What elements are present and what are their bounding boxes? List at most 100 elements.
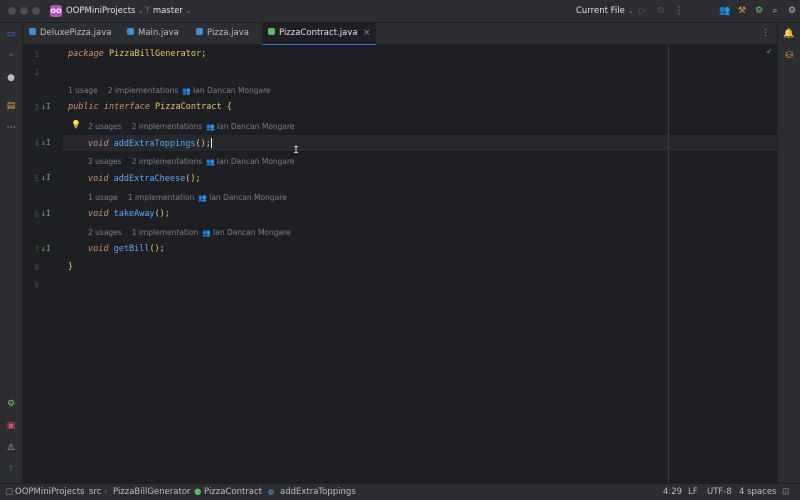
vcs-widget-icon[interactable]: ▢ bbox=[5, 484, 13, 500]
code-line-5: void addExtraCheese(); bbox=[88, 174, 201, 184]
breadcrumb-method[interactable]: addExtraToppings bbox=[280, 484, 356, 500]
maximize-window-icon[interactable] bbox=[32, 7, 40, 15]
chevron-down-icon: ⌄ bbox=[185, 7, 192, 15]
code-vision-hint[interactable]: 2 usages 2 implementations 👥 Ian Dancan Mon… bbox=[88, 157, 295, 166]
implementations-hint[interactable]: 2 implementations bbox=[132, 157, 203, 166]
branch-selector[interactable]: ᛘ master ⌄ bbox=[145, 0, 191, 23]
close-tab-icon[interactable]: × bbox=[363, 28, 370, 38]
usages-hint[interactable]: 2 usages bbox=[88, 122, 122, 131]
call-suffix: (); bbox=[195, 139, 211, 149]
branch-icon: ᛘ bbox=[145, 6, 151, 16]
search-icon[interactable]: ⌕ bbox=[768, 4, 782, 18]
lightbulb-icon[interactable]: 💡 bbox=[71, 120, 81, 129]
git-branch-icon[interactable]: ᛘ bbox=[4, 463, 18, 477]
implementations-gutter-icon[interactable]: ↓I bbox=[41, 244, 51, 253]
keyword: void bbox=[88, 209, 109, 219]
author-icon: 👥 bbox=[182, 87, 192, 95]
code-vision-hint[interactable]: 1 usage 1 implementation 👥 Ian Dancan Monga… bbox=[88, 193, 287, 202]
tab-pizza[interactable]: Pizza.java bbox=[196, 23, 249, 44]
run-config-selector[interactable]: Current File ⌄ bbox=[576, 0, 633, 23]
commit-icon[interactable]: ◦ bbox=[4, 49, 18, 63]
line-separator[interactable]: LF bbox=[688, 484, 698, 500]
run-icon[interactable]: ▷ bbox=[636, 4, 650, 18]
text-cursor-icon: I bbox=[293, 145, 300, 156]
interface-icon: ● bbox=[194, 487, 202, 497]
structure-icon[interactable]: ▤ bbox=[4, 99, 18, 113]
tab-pizza-contract[interactable]: PizzaContract.java × bbox=[262, 23, 377, 46]
terminal-icon[interactable]: ▣ bbox=[4, 419, 18, 433]
usages-hint[interactable]: 1 usage bbox=[88, 193, 118, 202]
implementations-hint[interactable]: 1 implementation bbox=[132, 228, 199, 237]
keyword: void bbox=[88, 244, 109, 254]
author-hint[interactable]: Ian Dancan Mongare bbox=[193, 86, 271, 95]
indent-setting[interactable]: 4 spaces bbox=[739, 484, 776, 500]
package-name: PizzaBillGenerator; bbox=[108, 49, 207, 59]
keyword: package bbox=[68, 49, 104, 59]
code-vision-hint[interactable]: 2 usages 2 implementations 👥 Ian Dancan Mon… bbox=[88, 122, 295, 131]
author-hint[interactable]: Ian Dancan Mongare bbox=[217, 122, 295, 131]
notifications-icon[interactable]: 🔔 bbox=[782, 27, 796, 41]
tab-label: Main.java bbox=[138, 28, 179, 38]
author-hint[interactable]: Ian Dancan Mongare bbox=[209, 193, 287, 202]
breadcrumb-package[interactable]: PizzaBillGenerator bbox=[113, 484, 191, 500]
services-gear-icon[interactable]: ⚙ bbox=[4, 397, 18, 411]
database-icon[interactable]: ⛁ bbox=[782, 49, 796, 63]
line-number: 5 bbox=[34, 174, 39, 183]
settings-gear-icon[interactable]: ⚙ bbox=[752, 4, 766, 18]
tab-main[interactable]: Main.java bbox=[127, 23, 179, 44]
code-line-7: void getBill(); bbox=[88, 244, 165, 254]
implementations-hint[interactable]: 2 implementations bbox=[132, 122, 203, 131]
project-selector[interactable]: OOPMiniProjects ⌄ bbox=[66, 0, 144, 23]
tab-deluxe-pizza[interactable]: DeluxePizza.java bbox=[29, 23, 111, 44]
code-editor[interactable]: ✓ 1 2 3 4 5 6 7 8 9 ↓I ↓I ↓I ↓I ↓I packa… bbox=[23, 45, 777, 483]
keyword: void bbox=[88, 174, 109, 184]
call-suffix: (); bbox=[154, 209, 170, 219]
more-tools-icon[interactable]: ⋯ bbox=[4, 121, 18, 135]
code-vision-hint[interactable]: 1 usage 2 implementations 👥 Ian Dancan Mong… bbox=[68, 86, 271, 95]
lock-icon[interactable]: ⊡ bbox=[782, 484, 789, 500]
usages-hint[interactable]: 1 usage bbox=[68, 86, 98, 95]
breadcrumb-interface[interactable]: PizzaContract bbox=[204, 484, 262, 500]
implementations-gutter-icon[interactable]: ↓I bbox=[41, 173, 51, 182]
debug-icon[interactable]: ⊙ bbox=[654, 4, 668, 18]
implementations-hint[interactable]: 2 implementations bbox=[108, 86, 179, 95]
breadcrumb-src[interactable]: src bbox=[89, 484, 101, 500]
line-number: 8 bbox=[34, 263, 39, 272]
usages-hint[interactable]: 2 usages bbox=[88, 228, 122, 237]
problems-icon[interactable]: ⚠ bbox=[4, 441, 18, 455]
usages-hint[interactable]: 2 usages bbox=[88, 157, 122, 166]
implementations-hint[interactable]: 1 implementation bbox=[128, 193, 195, 202]
code-vision-hint[interactable]: 2 usages 1 implementation 👥 Ian Dancan Mong… bbox=[88, 228, 291, 237]
implementations-gutter-icon[interactable]: ↓I bbox=[41, 209, 51, 218]
brace: { bbox=[226, 102, 232, 112]
title-bar: OO OOPMiniProjects ⌄ ᛘ master ⌄ Current … bbox=[0, 0, 800, 23]
implementations-gutter-icon[interactable]: ↓I bbox=[41, 102, 51, 111]
breadcrumb-project[interactable]: OOPMiniProjects bbox=[15, 484, 84, 500]
project-badge: OO bbox=[50, 5, 62, 17]
method-name: getBill bbox=[113, 244, 150, 254]
gear-icon[interactable]: ⚙ bbox=[785, 4, 799, 18]
project-tool-icon[interactable]: ▭ bbox=[4, 27, 18, 41]
more-tabs-icon[interactable]: ⋮ bbox=[761, 23, 770, 44]
call-suffix: (); bbox=[149, 244, 165, 254]
line-number: 6 bbox=[34, 210, 39, 219]
java-class-icon bbox=[196, 28, 203, 35]
implementations-gutter-icon[interactable]: ↓I bbox=[41, 138, 51, 147]
author-hint[interactable]: Ian Dancan Mongare bbox=[213, 228, 291, 237]
people-icon[interactable]: 👥 bbox=[718, 4, 732, 18]
more-icon[interactable]: ⋮ bbox=[672, 4, 686, 18]
close-window-icon[interactable] bbox=[8, 7, 16, 15]
tab-label: Pizza.java bbox=[207, 28, 249, 38]
call-suffix: (); bbox=[185, 174, 201, 184]
hammer-icon[interactable]: ⚒ bbox=[735, 4, 749, 18]
status-bar: ▢ OOPMiniProjects › src › PizzaBillGener… bbox=[0, 483, 800, 500]
no-problems-check-icon[interactable]: ✓ bbox=[766, 47, 773, 56]
author-hint[interactable]: Ian Dancan Mongare bbox=[217, 157, 295, 166]
line-number: 4 bbox=[34, 139, 39, 148]
github-icon[interactable]: ● bbox=[4, 71, 18, 85]
caret-position[interactable]: 4:29 bbox=[663, 484, 682, 500]
file-encoding[interactable]: UTF-8 bbox=[707, 484, 732, 500]
right-tool-strip: 🔔 ⛁ bbox=[777, 23, 800, 483]
minimize-window-icon[interactable] bbox=[20, 7, 28, 15]
code-line-8: } bbox=[68, 262, 73, 272]
